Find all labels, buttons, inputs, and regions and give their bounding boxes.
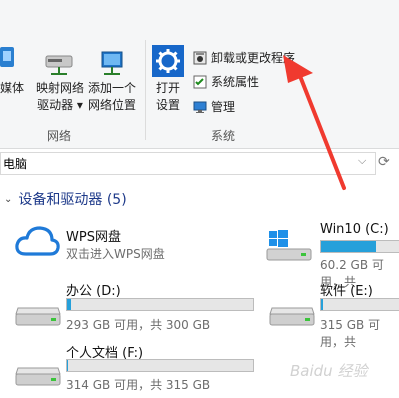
drive-name: 软件 (E:)	[320, 284, 373, 299]
drive-usage-bar	[66, 298, 254, 311]
system-properties-label: 系统属性	[211, 75, 260, 89]
drive-subtitle: 315 GB 可用，共	[320, 318, 381, 349]
address-bar[interactable]: 电脑 ⌵ ⟳	[0, 152, 399, 175]
drive-usage-fill	[67, 299, 71, 310]
ribbon-separator	[145, 40, 146, 140]
watermark-logo: Baidu 经验	[290, 362, 368, 380]
drive-name: 办公 (D:)	[66, 284, 121, 299]
uninstall-label: 卸载或更改程序	[211, 51, 296, 65]
checklist-icon	[193, 75, 207, 88]
address-dropdown-icon[interactable]: ⌵	[358, 154, 366, 168]
drive-usage-bar	[66, 359, 254, 372]
computer-manage-icon	[193, 101, 207, 113]
hard-drive-icon	[15, 367, 61, 386]
drive-usage-bar	[320, 240, 399, 253]
drive-subtitle: 双击进入WPS网盘	[66, 247, 165, 261]
devices-section-title: 设备和驱动器 (5)	[18, 192, 127, 208]
system-properties-button[interactable]: 系统属性	[193, 73, 259, 90]
system-group-label: 系统	[211, 129, 236, 143]
address-field[interactable]: 电脑 ⌵	[0, 152, 376, 175]
drive-subtitle: 314 GB 可用，共 315 GB	[66, 378, 211, 392]
drive-name: WPS网盘	[66, 230, 121, 245]
map-network-drive-icon	[45, 55, 73, 75]
drive-subtitle: 293 GB 可用，共 300 GB	[66, 318, 211, 332]
add-location-line2: 网络位置	[87, 98, 136, 112]
add-network-location-icon	[101, 51, 123, 75]
map-drive-line2: 驱动器 ▾	[37, 98, 83, 112]
collapse-chevron-icon[interactable]: ⌄	[4, 194, 12, 205]
uninstall-icon	[193, 51, 207, 64]
hard-drive-icon	[15, 307, 61, 326]
map-network-drive-button[interactable]: 映射网络 驱动器 ▾	[32, 80, 88, 114]
drive-name: Win10 (C:)	[320, 222, 389, 237]
uninstall-program-button[interactable]: 卸载或更改程序	[193, 49, 295, 66]
open-settings-line2: 设置	[155, 98, 180, 112]
drive-usage-fill	[321, 241, 376, 252]
hard-drive-icon	[269, 307, 315, 326]
drive-usage-bar	[320, 298, 399, 311]
address-text: 电脑	[3, 157, 28, 171]
add-network-location-button[interactable]: 添加一个 网络位置	[84, 80, 140, 114]
open-settings-line1: 打开	[155, 81, 180, 95]
gear-icon	[152, 45, 184, 77]
cloud-icon	[15, 226, 60, 256]
drive-usage-fill	[67, 360, 68, 371]
network-group-label: 网络	[47, 129, 72, 143]
media-server-icon	[0, 47, 14, 67]
manage-button[interactable]: 管理	[193, 98, 235, 115]
add-location-line1: 添加一个	[87, 81, 136, 95]
devices-section-header[interactable]: ⌄ 设备和驱动器 (5)	[0, 189, 127, 209]
refresh-icon[interactable]: ⟳	[378, 154, 390, 170]
open-settings-button[interactable]: 打开 设置	[150, 80, 186, 114]
windows-drive-icon	[266, 230, 312, 261]
map-drive-line1: 映射网络	[35, 81, 84, 95]
manage-label: 管理	[211, 100, 236, 114]
drive-usage-fill	[321, 299, 323, 310]
ribbon: 媒体 映射网络 驱动器 ▾ 添加一个 网络位置 网络 打开 设置 卸载或更改程序…	[0, 0, 399, 149]
media-button-label[interactable]: 媒体	[0, 80, 30, 97]
